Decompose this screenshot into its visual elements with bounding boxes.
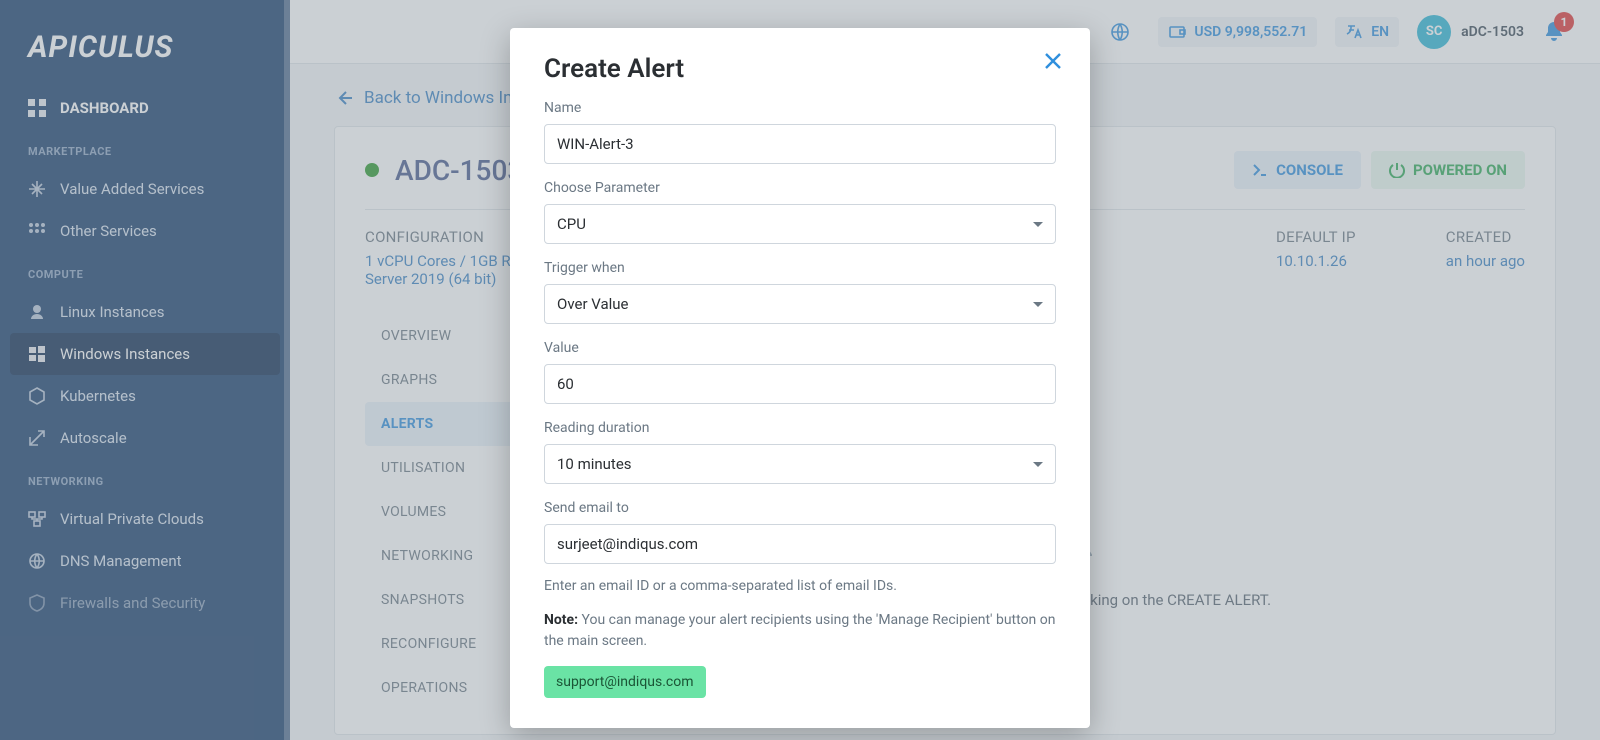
email-label: Send email to — [544, 500, 1056, 516]
note-text: Note: You can manage your alert recipien… — [544, 610, 1056, 652]
name-input[interactable] — [544, 124, 1056, 164]
recipient-chip[interactable]: support@indiqus.com — [544, 666, 706, 698]
chevron-down-icon — [1033, 222, 1043, 227]
create-alert-modal: Create Alert Name Choose Parameter CPU T… — [510, 28, 1090, 728]
email-helper-text: Enter an email ID or a comma-separated l… — [544, 578, 1056, 594]
note-body: You can manage your alert recipients usi… — [544, 612, 1055, 649]
trigger-value: Over Value — [557, 295, 629, 313]
parameter-value: CPU — [557, 215, 586, 233]
chevron-down-icon — [1033, 462, 1043, 467]
modal-title: Create Alert — [544, 54, 1056, 84]
parameter-select[interactable]: CPU — [544, 204, 1056, 244]
value-label: Value — [544, 340, 1056, 356]
name-label: Name — [544, 100, 1056, 116]
duration-select[interactable]: 10 minutes — [544, 444, 1056, 484]
trigger-select[interactable]: Over Value — [544, 284, 1056, 324]
close-button[interactable] — [1042, 50, 1064, 72]
note-prefix: Note: — [544, 612, 578, 628]
close-icon — [1042, 50, 1064, 72]
duration-value: 10 minutes — [557, 455, 632, 473]
email-input[interactable] — [544, 524, 1056, 564]
parameter-label: Choose Parameter — [544, 180, 1056, 196]
value-input[interactable] — [544, 364, 1056, 404]
duration-label: Reading duration — [544, 420, 1056, 436]
chevron-down-icon — [1033, 302, 1043, 307]
trigger-label: Trigger when — [544, 260, 1056, 276]
